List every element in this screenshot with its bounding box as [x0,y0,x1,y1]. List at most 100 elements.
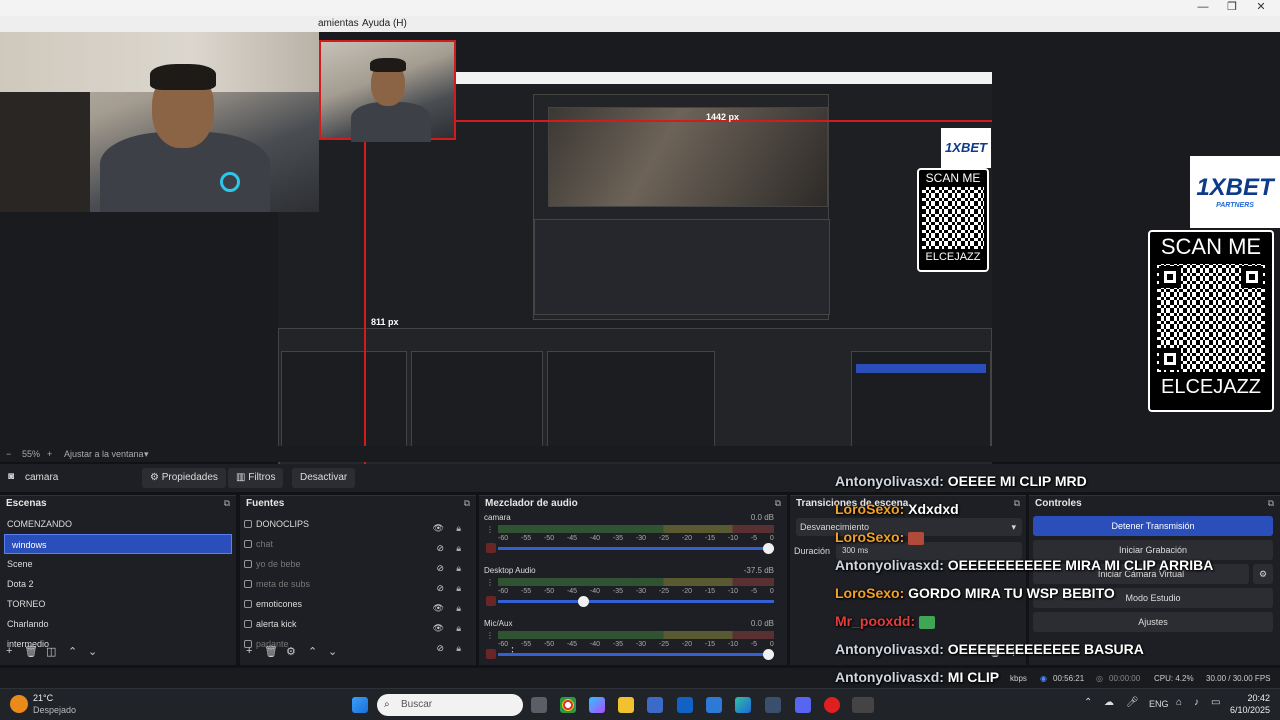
scene-item[interactable]: COMENZANDO [0,514,236,534]
deactivate-button[interactable]: Desactivar [292,468,356,488]
weather-temp[interactable]: 21°C [33,693,53,703]
tray-icon[interactable]: ☁ [1104,697,1114,708]
add-source-button[interactable]: + [246,645,252,657]
weather-desc[interactable]: Despejado [33,705,76,715]
volume-icon[interactable]: ♪ [1194,697,1199,708]
zoom-in-button[interactable]: + [47,449,52,459]
menu-help[interactable]: Ayuda (H) [362,18,407,29]
volume-slider-knob[interactable] [577,596,589,607]
volume-slider[interactable] [498,596,774,607]
dock-menu-icon[interactable]: ⧉ [775,498,781,509]
source-name: DONOCLIPS [256,519,310,529]
mute-icon[interactable] [486,543,496,553]
scene-item[interactable]: windows [4,534,232,554]
clock-time[interactable]: 20:42 [1230,693,1270,703]
remove-source-button[interactable]: 🗑 [264,645,278,658]
windows-start-icon[interactable] [352,697,368,713]
cpu-usage: CPU: 4.2% [1154,674,1194,683]
move-up-button[interactable]: ⌃ [68,645,77,658]
mute-icon[interactable] [486,649,496,659]
dock-menu-icon[interactable]: ⧉ [224,498,230,509]
chrome-icon[interactable] [560,697,576,713]
source-item[interactable]: chat ⊘ 🔒︎ [240,534,476,554]
more-options-icon[interactable]: ⋮ [486,525,494,534]
move-down-button[interactable]: ⌄ [88,645,97,658]
taskbar-search[interactable]: ⌕ Buscar [377,694,523,716]
qr-code-large: SCAN ME ELCEJAZZ [1148,230,1274,412]
volume-slider-knob[interactable] [763,649,774,660]
steam-icon[interactable] [765,697,781,713]
qr-name-label: ELCEJAZZ [925,251,981,263]
scene-item[interactable]: Scene [0,554,236,574]
meter-tick: -60 [498,641,509,648]
stop-streaming-button[interactable]: Detener Transmisión [1033,516,1273,536]
qr-name-large: ELCEJAZZ [1160,376,1262,398]
volume-slider[interactable] [498,649,774,660]
obs-icon[interactable] [824,697,840,713]
gear-icon[interactable]: ⚙ [286,645,296,658]
file-explorer-icon[interactable] [618,697,634,713]
add-scene-button[interactable]: + [6,645,12,657]
preview-area[interactable]: 1442 px 811 px 1XBET SCAN ME ELCEJAZZ 1X… [0,32,1280,474]
chat-message: Antonyolivasxd: OEEEE MI CLIP MRD [835,473,1087,489]
filters-button[interactable]: ▥ Filtros [228,468,284,488]
clock-date[interactable]: 6/10/2025 [1222,705,1270,715]
dock-menu-icon[interactable]: ⧉ [464,498,470,509]
mic-icon[interactable]: 🎤︎ [1126,697,1139,708]
store-icon[interactable] [647,697,663,713]
transitions-dock: Transiciones de escena ⧉ Desvanecimiento… [790,495,1026,665]
scene-filters-button[interactable]: ◫ [46,645,56,658]
edge-icon[interactable] [735,697,751,713]
dock-menu-icon[interactable]: ⧉ [1014,498,1020,509]
battery-icon[interactable]: ▭ [1211,697,1220,708]
remove-scene-button[interactable]: 🗑 [24,645,38,658]
meter-tick: -60 [498,535,509,542]
minimize-button[interactable]: — [1190,0,1216,16]
close-button[interactable]: ✕ [1248,0,1274,16]
task-view-icon[interactable] [531,697,547,713]
meter-tick: -25 [658,588,670,595]
scenes-footer: + 🗑 ◫ ⌃ ⌄ [0,645,236,661]
scenes-dock: Escenas ⧉ COMENZANDO windows Scene Dota 2 TO… [0,495,236,665]
scene-item[interactable]: Charlando [0,614,236,634]
webcam-source-selected[interactable] [319,40,456,142]
gear-icon[interactable]: ⚙ [1253,564,1273,584]
scan-me-large: SCAN ME [1160,234,1262,259]
zoom-out-button[interactable]: − [6,449,11,459]
chevron-down-icon[interactable]: ▾ [144,449,149,460]
outlook-icon[interactable] [677,697,693,713]
source-item[interactable]: meta de subs ⊘ 🔒︎ [240,574,476,594]
source-item[interactable]: yo de bebe ⊘ 🔒︎ [240,554,476,574]
language-indicator[interactable]: ENG [1149,699,1169,709]
scene-item[interactable]: Dota 2 [0,574,236,594]
move-up-button[interactable]: ⌃ [308,645,317,658]
menu-tools[interactable]: amientas [318,18,359,29]
meter-tick: -45 [566,588,578,595]
copilot-icon[interactable] [589,697,605,713]
meter-tick: -40 [589,641,601,648]
dock-menu-icon[interactable]: ⧉ [1268,498,1274,509]
properties-button[interactable]: ⚙ Propiedades [142,468,226,488]
more-options-icon[interactable]: ⋮ [486,631,494,640]
discord-icon[interactable] [795,697,811,713]
zoom-fit-dropdown[interactable]: Ajustar a la ventana [64,449,144,459]
move-down-button[interactable]: ⌄ [328,645,337,658]
dropbox-icon[interactable] [706,697,722,713]
weather-icon[interactable] [10,695,28,713]
app-icon[interactable] [852,697,874,713]
scene-item[interactable]: TORNEO [0,594,236,614]
meter-tick: -45 [566,535,578,542]
source-item[interactable]: DONOCLIPS 👁︎ 🔒︎ [240,514,476,534]
network-icon[interactable]: ⌂ [1176,697,1182,708]
source-item[interactable]: emoticones 👁︎ 🔒︎ [240,594,476,614]
volume-slider[interactable] [498,543,774,554]
source-item[interactable]: alerta kick 👁︎ 🔒︎ [240,614,476,634]
chevron-up-icon[interactable]: ⌃ [1084,697,1092,708]
more-options-icon[interactable]: ⋮ [486,578,494,587]
mute-icon[interactable] [486,596,496,606]
volume-slider-knob[interactable] [763,543,774,554]
settings-button[interactable]: Ajustes [1033,612,1273,632]
maximize-button[interactable]: ❐ [1219,0,1245,16]
source-name: chat [256,539,274,549]
source-list: DONOCLIPS 👁︎ 🔒︎ chat ⊘ 🔒︎ yo de bebe ⊘ 🔒︎ meta de… [240,514,476,654]
